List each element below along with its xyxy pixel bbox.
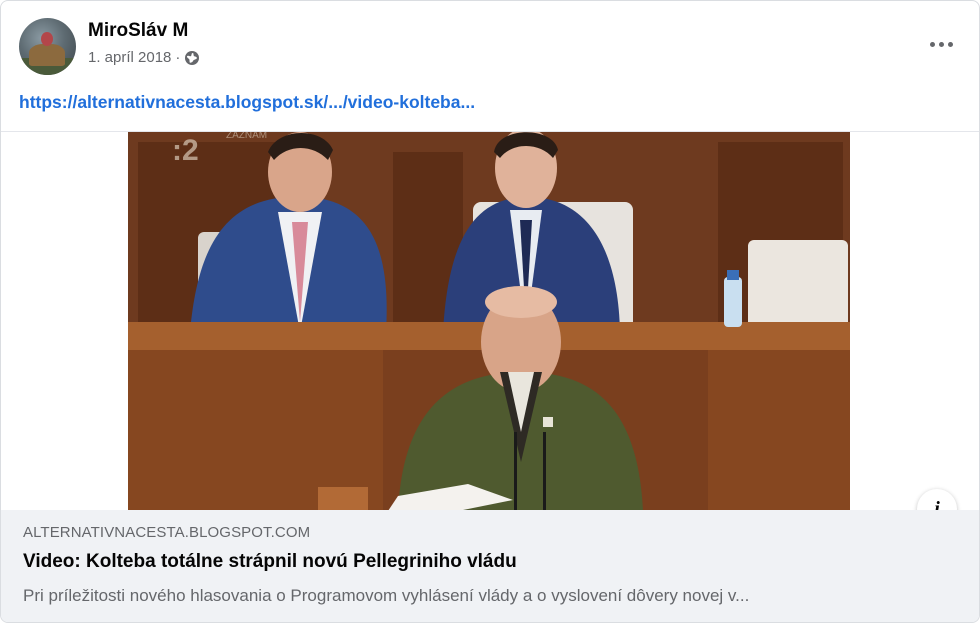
preview-image[interactable]: :2 ZÁZNAM [128,132,850,511]
svg-text::2: :2 [172,134,199,167]
facebook-post: MiroSláv M 1. apríl 2018 · https://alter… [0,0,980,623]
author-name[interactable]: MiroSláv M [88,20,188,42]
parliament-photo: :2 ZÁZNAM [128,132,850,511]
post-meta: 1. apríl 2018 · [88,49,200,66]
link-preview-card[interactable]: ALTERNATIVNACESTA.BLOGSPOT.COM Video: Ko… [1,510,979,622]
link-preview-media[interactable]: :2 ZÁZNAM [1,131,979,511]
more-options-icon[interactable] [923,29,959,59]
meta-separator: · [175,49,181,66]
preview-title[interactable]: Video: Kolteba totálne strápnil novú Pel… [23,551,517,573]
preview-description: Pri príležitosti nového hlasovania o Pro… [23,586,750,605]
post-date[interactable]: 1. apríl 2018 [88,49,171,66]
author-avatar[interactable] [19,18,76,75]
watermark-label: ZÁZNAM [226,132,267,141]
globe-icon [185,50,200,65]
post-header: MiroSláv M 1. apríl 2018 · [1,1,979,87]
preview-domain: ALTERNATIVNACESTA.BLOGSPOT.COM [23,524,311,541]
post-link[interactable]: https://alternativnacesta.blogspot.sk/..… [19,92,475,113]
